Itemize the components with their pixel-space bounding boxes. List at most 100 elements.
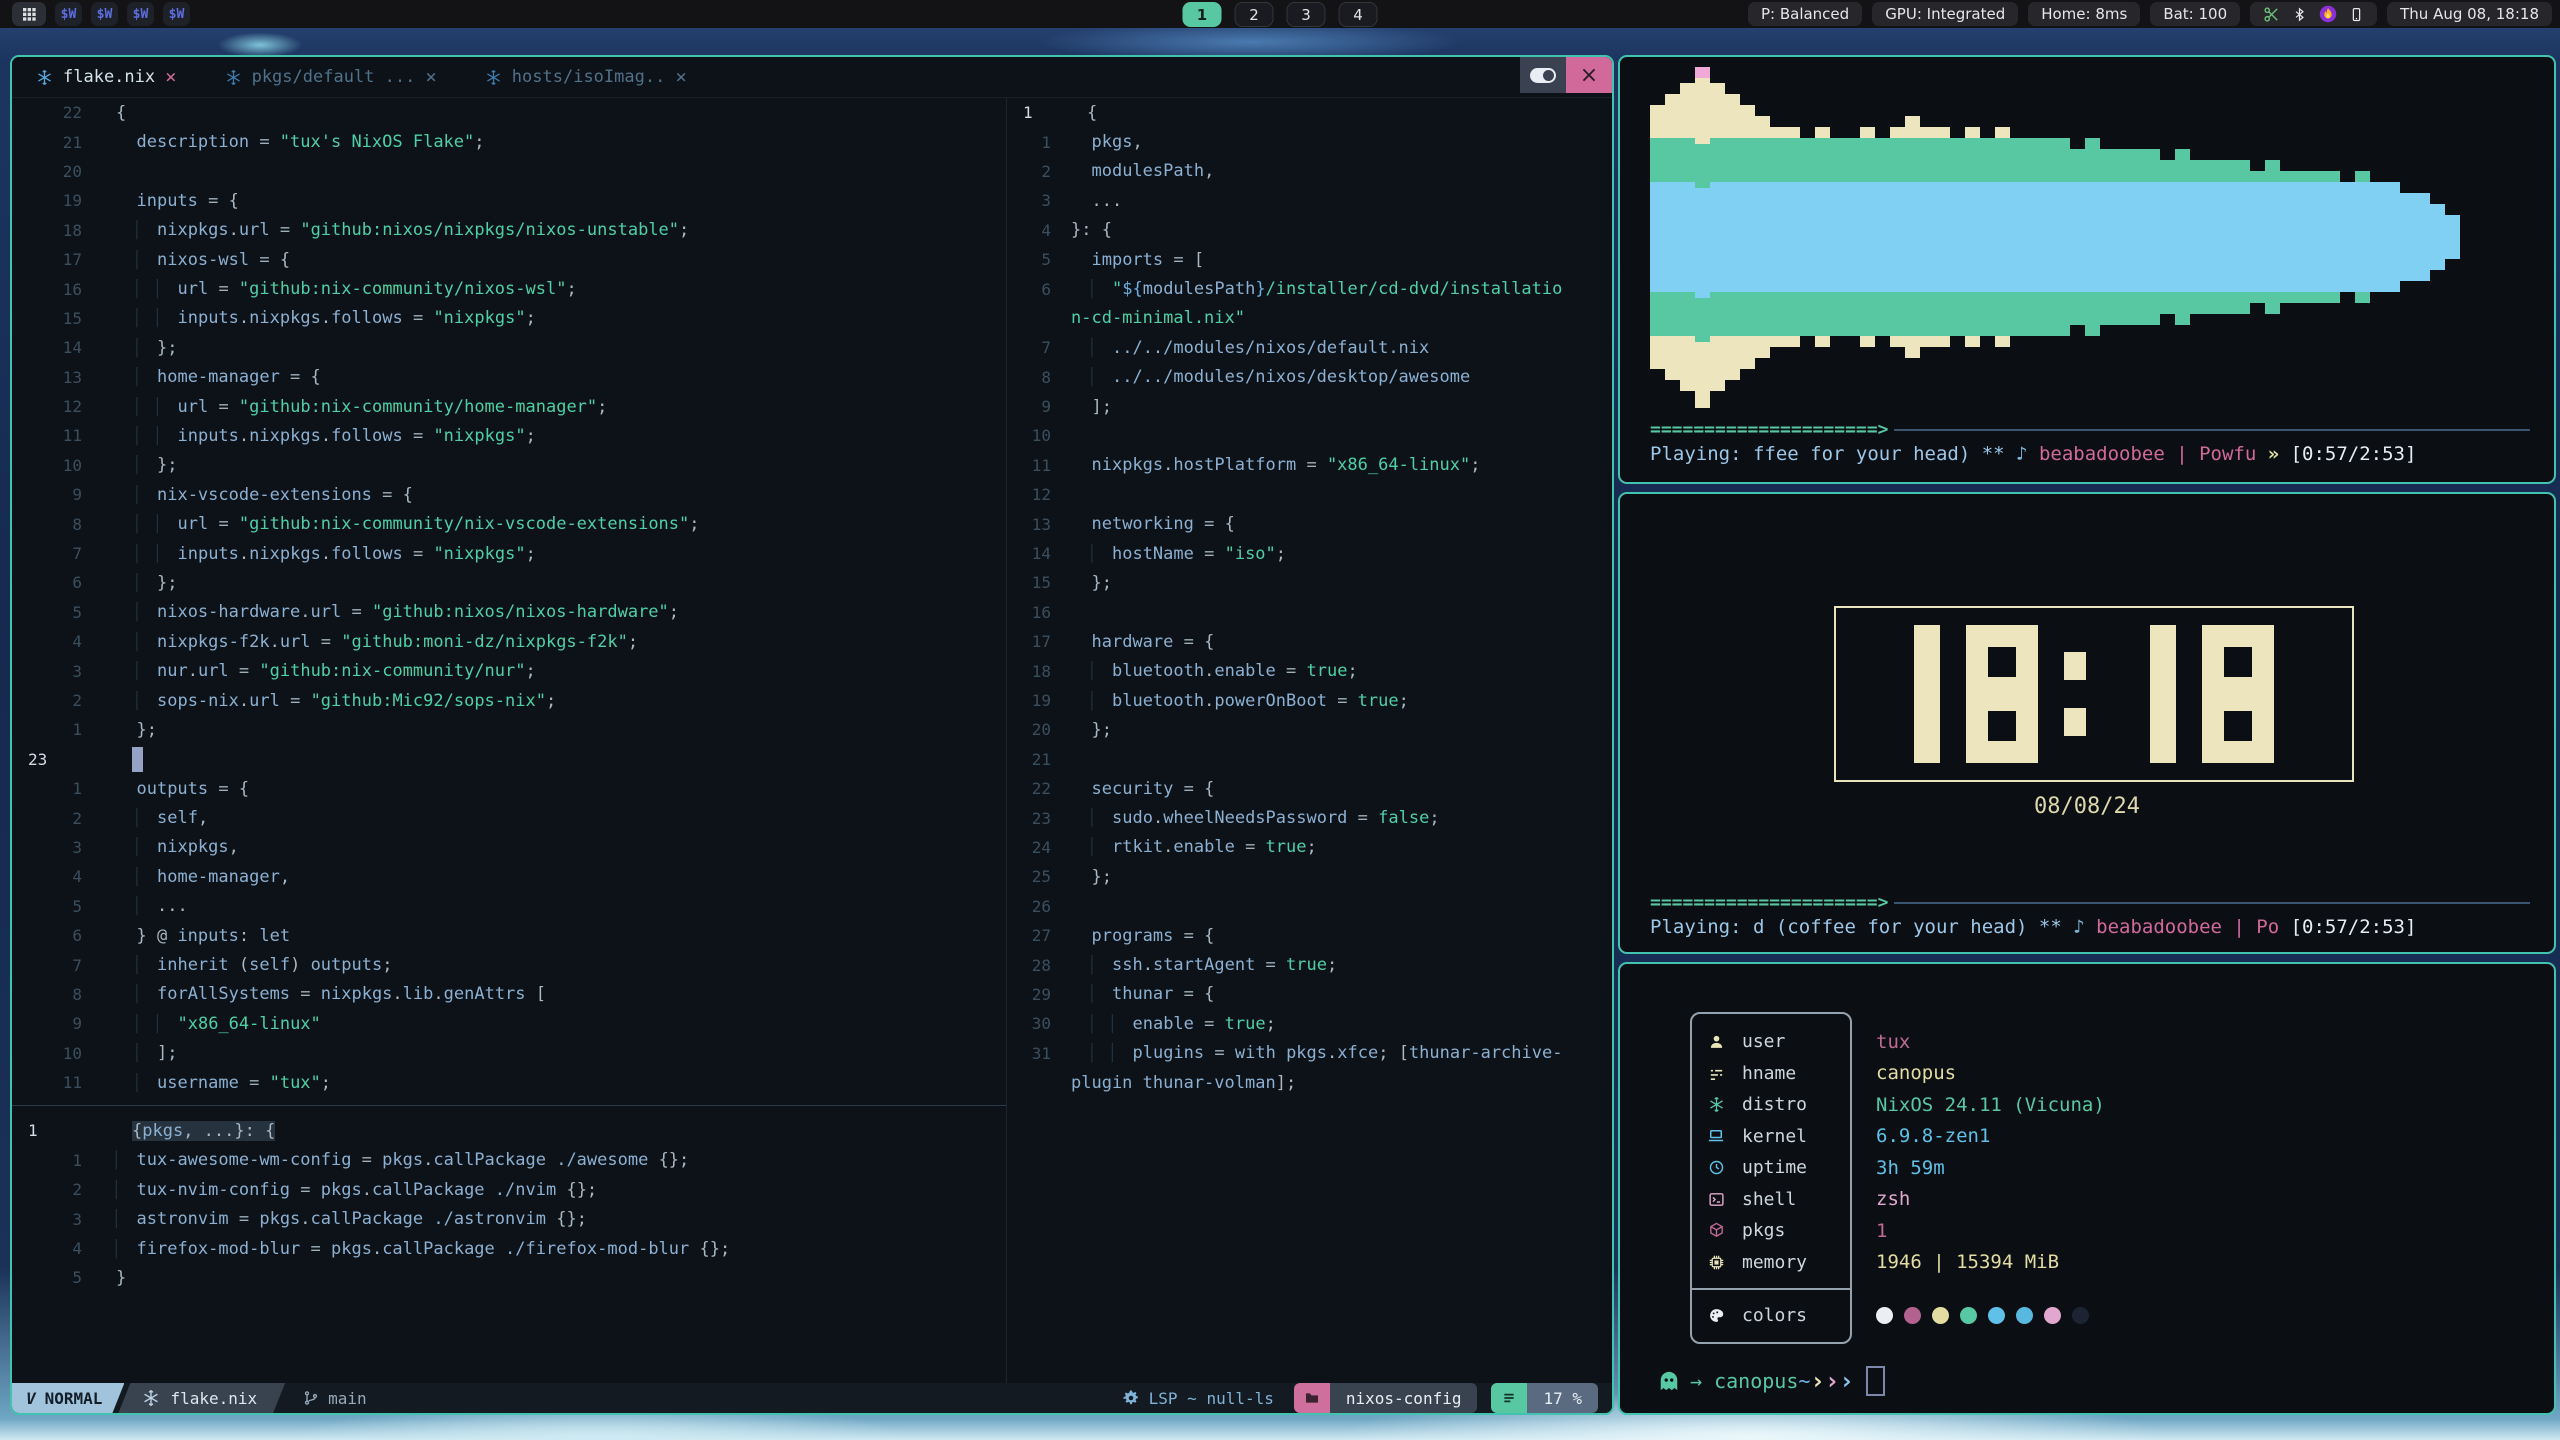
gear-icon [1122,1389,1140,1407]
tag-button-2[interactable]: $W [91,2,118,26]
code-line: 1▏ tux-awesome-wm-config = pkgs.callPack… [12,1146,1006,1175]
workspace-button-4[interactable]: 4 [1339,2,1378,27]
code-line: 27 programs = { [1007,921,1612,950]
code-line: 18 ▏ nixpkgs.url = "github:nixos/nixpkgs… [12,216,1006,245]
clock-panel: 08/08/24 =====================> Playing:… [1618,492,2556,954]
editor-left-column[interactable]: 22{21 description = "tux's NixOS Flake";… [12,98,1006,1383]
clock-digit [1966,625,2038,763]
bluetooth-icon[interactable] [2292,7,2307,22]
workspace-button-3[interactable]: 3 [1287,2,1326,27]
code-line: 16 ▏ ▏ url = "github:nix-community/nixos… [12,274,1006,303]
editor-pane-pkgs-default[interactable]: 1{pkgs, ...}: {1▏ tux-awesome-wm-config … [12,1116,1006,1292]
statusline: V NORMAL flake.nix main [12,1383,1612,1413]
line-number: 22 [12,103,100,122]
tag-button-4[interactable]: $W [163,2,190,26]
line-number: 20 [12,162,100,181]
code-line: 5 ▏ nixos-hardware.url = "github:nixos/n… [12,598,1006,627]
line-number: 10 [12,1044,100,1063]
line-number: 23 [12,750,116,769]
code-line: 20 [12,157,1006,186]
line-number: 7 [12,544,100,563]
fetch-value-distro: NixOS 24.11 (Vicuna) [1876,1089,2105,1121]
line-number: 27 [1007,926,1063,945]
color-swatch [2072,1307,2089,1324]
code-line: 2 modulesPath, [1007,157,1612,186]
fetch-label: kernel [1742,1126,1807,1147]
line-number: 26 [1007,897,1063,916]
tab-close-icon[interactable]: × [165,66,176,88]
fetch-row-uptime: uptime [1692,1152,1850,1184]
tab-label: hosts/isoImag.. [512,67,666,87]
tab-hosts-isoImag-[interactable]: hosts/isoImag.. × [461,57,711,97]
line-number: 22 [1007,779,1063,798]
fetch-label: uptime [1742,1157,1807,1178]
code-line: 1 outputs = { [12,774,1006,803]
line-number: 9 [12,1014,100,1033]
fetch-value-pkgs: 1 [1876,1215,2105,1247]
line-number: 3 [12,838,100,857]
code-line: 11 nixpkgs.hostPlatform = "x86_64-linux"… [1007,451,1612,480]
line-number: 21 [12,133,100,152]
code-line: 4}: { [1007,216,1612,245]
tab-pkgs-default-[interactable]: pkgs/default ...× [201,57,461,97]
fetch-row-hname: hname [1692,1058,1850,1090]
line-number: 16 [12,280,100,299]
fetch-label: hname [1742,1063,1796,1084]
line-number: 6 [1007,280,1063,299]
code-line: 1 }; [12,715,1006,744]
palette-icon [1708,1307,1725,1324]
line-number: 1 [12,720,100,739]
tag-button-3[interactable]: $W [127,2,154,26]
mode-label: NORMAL [45,1389,103,1408]
flame-icon[interactable] [2319,5,2337,23]
code-line: 2 ▏ self, [12,803,1006,832]
tab-flake-nix[interactable]: flake.nix× [12,57,201,97]
code-line: 14 ▏ hostName = "iso"; [1007,539,1612,568]
code-line: 12 ▏ ▏ url = "github:nix-community/home-… [12,392,1006,421]
code-line: 11 ▏ ▏ inputs.nixpkgs.follows = "nixpkgs… [12,421,1006,450]
tab-close-icon[interactable]: × [675,66,686,88]
line-number: 5 [12,897,100,916]
clock-pill[interactable]: Thu Aug 08, 18:18 [2387,2,2552,26]
nix-snowflake-icon [36,69,53,86]
toggle-button[interactable] [1520,57,1566,93]
line-number: 11 [12,426,100,445]
tablet-icon[interactable] [2349,7,2364,22]
now-playing-line: Playing: d (coffee for your head) ** ♪ b… [1650,916,2416,938]
workspace-button-2[interactable]: 2 [1235,2,1274,27]
fetch-row-distro: distro [1692,1089,1850,1121]
shell-prompt[interactable]: → canopus ~ ››› [1658,1366,1885,1396]
clock-digits [1914,625,2274,763]
shell-icon [1708,1191,1725,1208]
line-number: 18 [12,221,100,240]
line-number: 14 [12,338,100,357]
tab-close-icon[interactable]: × [425,66,436,88]
pane-divider[interactable] [12,1105,1006,1106]
workspace-button-1[interactable]: 1 [1183,2,1222,27]
window-controls: × [1520,57,1612,93]
code-line: 13 ▏ home-manager = { [12,363,1006,392]
code-line: 12 [1007,480,1612,509]
workspace-switcher: 1234 [1183,2,1378,27]
launcher-button[interactable] [12,2,46,26]
close-button[interactable]: × [1566,57,1612,93]
tag-button-1[interactable]: $W [55,2,82,26]
statusline-project: nixos-config [1294,1383,1478,1413]
system-tray[interactable] [2250,2,2377,26]
top-bar: $W$W$W$W 1234 P: BalancedGPU: Integrated… [0,0,2560,28]
editor-pane-flake[interactable]: 22{21 description = "tux's NixOS Flake";… [12,98,1006,1097]
fetch-row-kernel: kernel [1692,1121,1850,1153]
scissors-icon[interactable] [2263,6,2280,23]
fetch-value-shell: zsh [1876,1184,2105,1216]
clock-digit [2064,625,2086,763]
fetch-row-memory: memory [1692,1247,1850,1279]
fetch-label-box: userhnamedistrokerneluptimeshellpkgsmemo… [1690,1012,1852,1344]
line-number: 4 [12,867,100,886]
statusline-filename: flake.nix [170,1389,257,1408]
project-label: nixos-config [1330,1383,1478,1413]
line-number: 19 [12,191,100,210]
editor-pane-iso-image[interactable]: 1{1 pkgs,2 modulesPath,3 ...4}: {5 impor… [1006,98,1612,1383]
code-line: 2▏ tux-nvim-config = pkgs.callPackage ./… [12,1175,1006,1204]
code-line: 18 ▏ bluetooth.enable = true; [1007,656,1612,685]
fetch-value-uptime: 3h 59m [1876,1152,2105,1184]
